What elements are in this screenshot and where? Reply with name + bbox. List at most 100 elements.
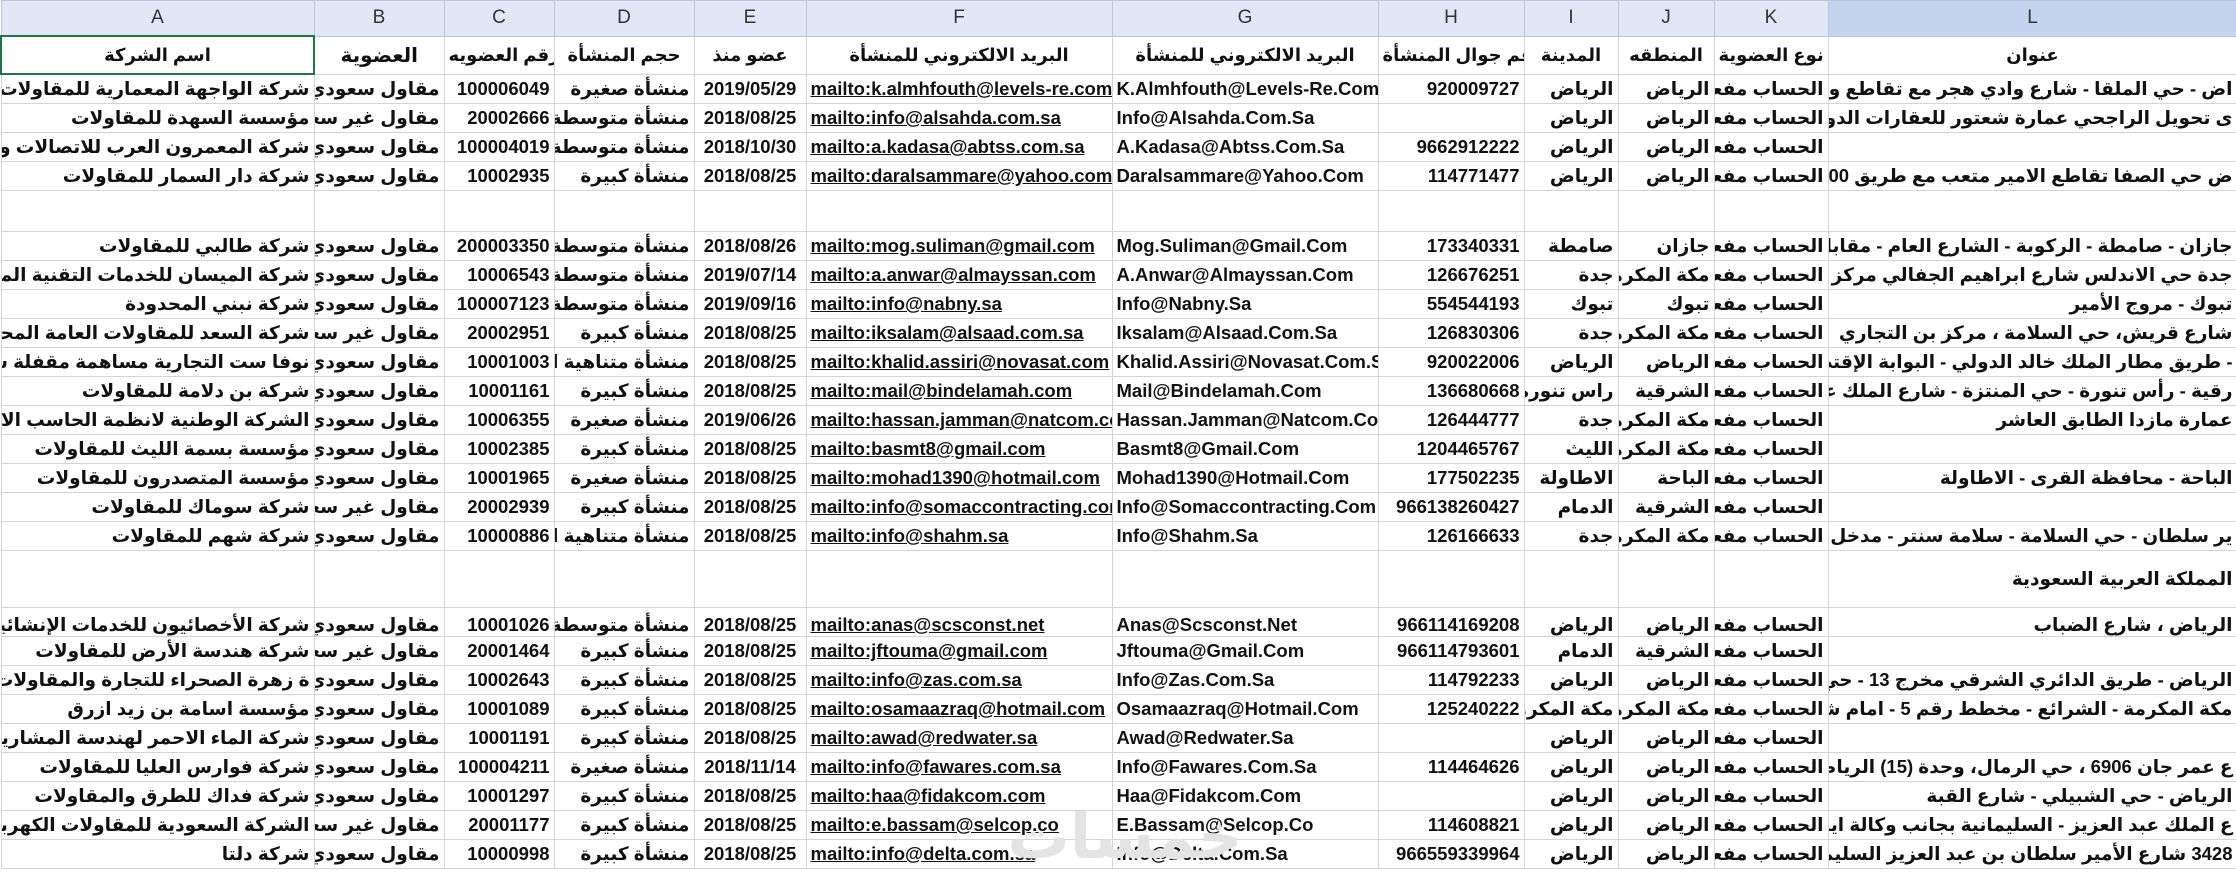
membership-no-cell[interactable]: 10000886 [443,521,555,551]
facility-size-cell[interactable]: منشأة كبيرة [553,665,695,695]
column-header-l[interactable]: L [1827,0,2236,37]
city-cell[interactable]: الرياض [1523,347,1619,377]
membership-cell[interactable]: مقاول سعودي [313,463,445,493]
column-header-c[interactable]: C [443,0,555,37]
address-cell[interactable]: المملكة العربية السعودية [1827,550,2236,608]
membership-type-cell[interactable]: الحساب مفعل [1713,132,1829,162]
region-cell[interactable]: مكة المكرمة [1617,434,1715,464]
address-cell[interactable]: الرياض - طريق الدائري الشرقي مخرج 13 - ح… [1827,665,2236,695]
membership-type-cell[interactable]: الحساب مفعل [1713,694,1829,724]
email-cell[interactable]: A.Anwar@Almayssan.Com [1111,260,1379,290]
region-cell[interactable]: الرياض [1617,723,1715,753]
mobile-cell[interactable]: 126166633 [1377,521,1525,551]
mobile-cell[interactable]: 554544193 [1377,289,1525,319]
facility-size-cell[interactable]: منشأة كبيرة [553,318,695,348]
membership-no-cell[interactable]: 10001965 [443,463,555,493]
email-link-cell[interactable]: mailto:osamaazraq@hotmail.com [805,694,1113,724]
member-since-cell[interactable]: 2018/08/25 [693,810,807,840]
address-cell[interactable]: ع الملك عبد العزيز - السليمانية بجانب وك… [1827,810,2236,840]
membership-cell[interactable]: مقاول سعودي [313,752,445,782]
email-link-cell[interactable]: mailto:mohad1390@hotmail.com [805,463,1113,493]
mobile-cell[interactable] [1377,190,1525,232]
membership-no-cell[interactable]: 100006049 [443,73,555,104]
membership-cell[interactable]: مقاول غير سعودي [313,103,445,133]
email-cell[interactable]: Info@Nabny.Sa [1111,289,1379,319]
member-since-cell[interactable]: 2018/08/25 [693,463,807,493]
email-link-cell[interactable]: mailto:khalid.assiri@novasat.com [805,347,1113,377]
city-cell[interactable]: جدة [1523,521,1619,551]
company-name-cell[interactable]: مؤسسة السهدة للمقاولات [0,103,315,133]
facility-size-cell[interactable]: منشأة كبيرة [553,694,695,724]
mobile-cell[interactable]: 114792233 [1377,665,1525,695]
membership-cell[interactable]: مقاول سعودي [313,73,445,104]
region-cell[interactable]: الرياض [1617,132,1715,162]
header-membership[interactable]: العضوية [313,35,445,75]
member-since-cell[interactable]: 2018/08/25 [693,694,807,724]
membership-cell[interactable] [313,190,445,232]
member-since-cell[interactable]: 2018/08/26 [693,231,807,261]
email-link-cell[interactable]: mailto:info@delta.com.sa [805,839,1113,869]
member-since-cell[interactable]: 2019/05/29 [693,73,807,104]
mobile-cell[interactable]: 114608821 [1377,810,1525,840]
email-link-cell[interactable] [805,550,1113,608]
city-cell[interactable]: الاطاولة [1523,463,1619,493]
email-cell[interactable]: K.Almhfouth@Levels-Re.Com [1111,73,1379,104]
email-cell[interactable]: Info@Somaccontracting.Com [1111,492,1379,522]
email-cell[interactable] [1111,550,1379,608]
region-cell[interactable]: الشرقية [1617,636,1715,666]
address-cell[interactable]: مكة المكرمة - الشرائع - مخطط رقم 5 - اما… [1827,694,2236,724]
membership-type-cell[interactable] [1713,190,1829,232]
member-since-cell[interactable] [693,550,807,608]
region-cell[interactable]: الشرقية [1617,492,1715,522]
city-cell[interactable]: الدمام [1523,636,1619,666]
membership-no-cell[interactable]: 100004211 [443,752,555,782]
member-since-cell[interactable]: 2019/06/26 [693,405,807,435]
column-header-d[interactable]: D [553,0,695,37]
mobile-cell[interactable] [1377,781,1525,811]
email-link-cell[interactable]: mailto:basmt8@gmail.com [805,434,1113,464]
membership-type-cell[interactable]: الحساب مفعل [1713,810,1829,840]
company-name-cell[interactable]: الشركة السعودية للمقاولات الكهربائية [0,810,315,840]
mobile-cell[interactable]: 966114169208 [1377,607,1525,637]
mobile-cell[interactable] [1377,103,1525,133]
address-cell[interactable]: جازان - صامطة - الركوبة - الشارع العام -… [1827,231,2236,261]
facility-size-cell[interactable]: منشأة كبيرة [553,839,695,869]
company-name-cell[interactable]: شركة فداك للطرق والمقاولات [0,781,315,811]
city-cell[interactable]: الرياض [1523,73,1619,104]
city-cell[interactable]: الرياض [1523,752,1619,782]
membership-no-cell[interactable]: 10001297 [443,781,555,811]
member-since-cell[interactable]: 2018/08/25 [693,161,807,191]
column-header-a[interactable]: A [0,0,315,37]
column-header-b[interactable]: B [313,0,445,37]
mobile-cell[interactable]: 920009727 [1377,73,1525,104]
email-cell[interactable]: Mog.Suliman@Gmail.Com [1111,231,1379,261]
membership-no-cell[interactable]: 10001161 [443,376,555,406]
member-since-cell[interactable]: 2018/10/30 [693,132,807,162]
membership-cell[interactable]: مقاول غير سعودي [313,492,445,522]
email-cell[interactable]: Info@Delta.Com.Sa [1111,839,1379,869]
company-name-cell[interactable]: شركة فوارس العليا للمقاولات [0,752,315,782]
membership-cell[interactable]: مقاول سعودي [313,161,445,191]
email-cell[interactable]: Jftouma@Gmail.Com [1111,636,1379,666]
facility-size-cell[interactable]: منشأة متناهية الصغر [553,347,695,377]
email-link-cell[interactable]: mailto:info@alsahda.com.sa [805,103,1113,133]
membership-no-cell[interactable] [443,190,555,232]
address-cell[interactable]: اض - حي الملقا - شارع وادي هجر مع تقاطع … [1827,73,2236,104]
membership-type-cell[interactable]: الحساب مفعل [1713,405,1829,435]
membership-cell[interactable]: مقاول غير سعودي [313,810,445,840]
company-name-cell[interactable]: مؤسسة المتصدرون للمقاولات [0,463,315,493]
company-name-cell[interactable] [0,550,315,608]
membership-type-cell[interactable]: الحساب مفعل [1713,492,1829,522]
company-name-cell[interactable]: شركة دار السمار للمقاولات [0,161,315,191]
company-name-cell[interactable]: شركة بن دلامة للمقاولات [0,376,315,406]
address-cell[interactable]: ى تحويل الراجحي عمارة شعتور للعقارات الد… [1827,103,2236,133]
email-cell[interactable]: A.Kadasa@Abtss.Com.Sa [1111,132,1379,162]
membership-type-cell[interactable]: الحساب مفعل [1713,723,1829,753]
membership-cell[interactable]: مقاول سعودي [313,434,445,464]
address-cell[interactable] [1827,132,2236,162]
city-cell[interactable]: الرياض [1523,161,1619,191]
column-header-h[interactable]: H [1377,0,1525,37]
email-link-cell[interactable]: mailto:anas@scsconst.net [805,607,1113,637]
membership-cell[interactable]: مقاول سعودي [313,347,445,377]
mobile-cell[interactable]: 966559339964 [1377,839,1525,869]
